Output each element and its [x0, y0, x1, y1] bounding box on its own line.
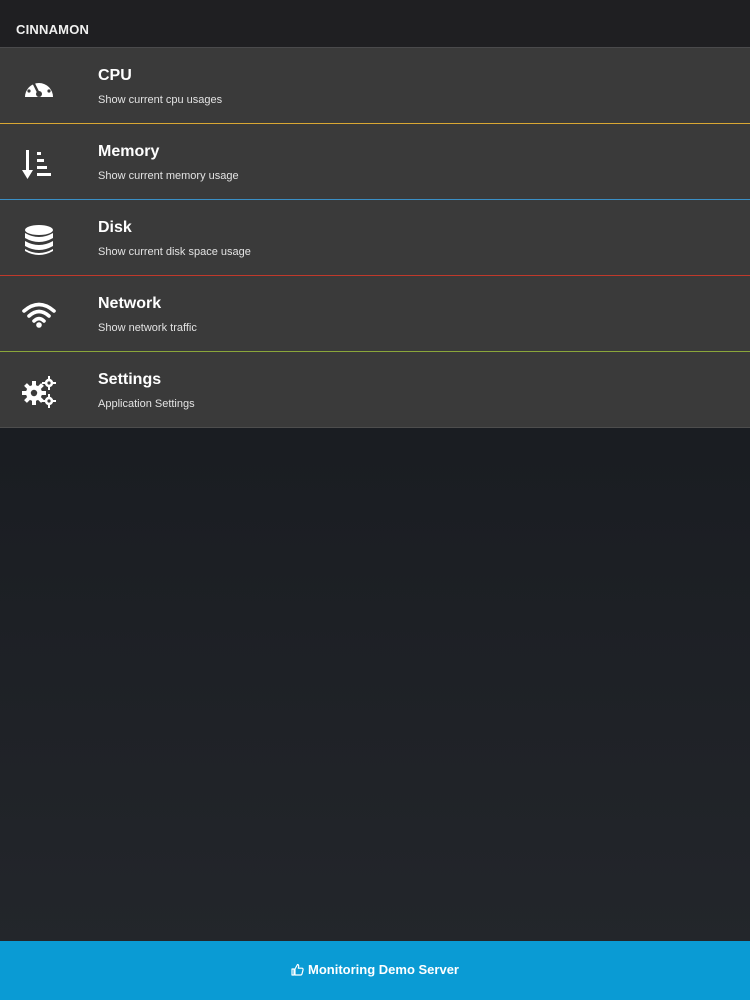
menu-item-subtitle: Show current cpu usages [98, 94, 223, 106]
database-icon [22, 224, 56, 255]
menu-item-title: Memory [98, 143, 160, 160]
footer-content: Monitoring Demo Server [0, 962, 750, 979]
menu-item-memory[interactable]: Memory Show current memory usage [0, 124, 750, 200]
menu-item-network[interactable]: Network Show network traffic [0, 276, 750, 352]
menu-item-subtitle: Show current memory usage [98, 170, 239, 182]
app-header: CINNAMON [0, 0, 750, 48]
main-menu: CPU Show current cpu usages Memory Show … [0, 48, 750, 428]
menu-item-title: CPU [98, 67, 132, 84]
thumbs-up-icon [291, 963, 304, 979]
menu-item-subtitle: Show current disk space usage [98, 246, 251, 258]
menu-item-settings[interactable]: Settings Application Settings [0, 352, 750, 428]
menu-item-cpu[interactable]: CPU Show current cpu usages [0, 48, 750, 124]
dashboard-gauge-icon [22, 72, 56, 102]
app-screen: CINNAMON CPU Show current cpu usages Mem… [0, 0, 750, 1000]
footer-bar[interactable]: Monitoring Demo Server [0, 941, 750, 1000]
menu-item-title: Settings [98, 371, 162, 388]
wifi-icon [22, 300, 56, 330]
footer-label: Monitoring Demo Server [308, 962, 459, 977]
menu-item-title: Disk [98, 219, 132, 236]
menu-item-subtitle: Show network traffic [98, 322, 197, 334]
gears-icon [22, 376, 56, 408]
menu-item-subtitle: Application Settings [98, 398, 195, 410]
menu-item-disk[interactable]: Disk Show current disk space usage [0, 200, 750, 276]
app-title: CINNAMON [16, 22, 90, 37]
menu-item-title: Network [98, 295, 162, 312]
sort-amount-icon [22, 148, 56, 179]
